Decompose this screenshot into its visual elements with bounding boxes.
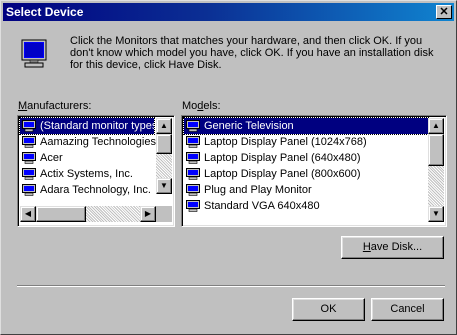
have-disk-button[interactable]: Have Disk...: [341, 236, 444, 259]
list-item[interactable]: Laptop Display Panel (800x600): [184, 166, 428, 182]
list-item-label: (Standard monitor types: [40, 120, 158, 132]
monitor-icon: [22, 136, 36, 148]
scroll-thumb-horizontal[interactable]: [36, 206, 86, 222]
scroll-down-arrow-icon[interactable]: ▼: [156, 178, 172, 194]
monitor-icon: [186, 136, 200, 148]
list-item[interactable]: Laptop Display Panel (1024x768): [184, 134, 428, 150]
monitor-icon: [186, 184, 200, 196]
select-device-dialog: Select Device ✕ Click the Monitors that …: [0, 0, 457, 335]
title-bar[interactable]: Select Device ✕: [3, 3, 454, 21]
list-item[interactable]: Generic Television: [183, 117, 429, 135]
list-item[interactable]: Adara Technology, Inc.: [20, 182, 154, 198]
list-item[interactable]: (Standard monitor types: [19, 117, 158, 135]
window-title: Select Device: [6, 5, 84, 19]
list-item-label: Plug and Play Monitor: [204, 184, 312, 196]
list-item[interactable]: Actix Systems, Inc.: [20, 166, 154, 182]
manufacturers-vertical-scrollbar[interactable]: ▲ ▼: [156, 118, 172, 194]
manufacturers-list[interactable]: (Standard monitor types Aamazing Technolo…: [17, 115, 175, 227]
list-item-label: Standard VGA 640x480: [204, 200, 320, 212]
separator: [17, 285, 445, 287]
manufacturers-horizontal-scrollbar[interactable]: ◀ ▶: [20, 206, 156, 222]
list-item-label: Laptop Display Panel (640x480): [204, 152, 361, 164]
list-item[interactable]: Laptop Display Panel (640x480): [184, 150, 428, 166]
monitor-icon: [186, 120, 200, 132]
list-item[interactable]: Aamazing Technologies: [20, 134, 156, 150]
monitor-icon: [22, 152, 36, 164]
scroll-down-arrow-icon[interactable]: ▼: [428, 206, 444, 222]
cancel-button[interactable]: Cancel: [371, 298, 444, 321]
monitor-icon: [22, 168, 36, 180]
list-item-label: Actix Systems, Inc.: [40, 168, 133, 180]
models-list[interactable]: Generic Television Laptop Display Panel (…: [181, 115, 447, 227]
list-item-label: Aamazing Technologies: [40, 136, 156, 148]
scroll-up-arrow-icon[interactable]: ▲: [428, 118, 444, 134]
close-button[interactable]: ✕: [436, 5, 452, 19]
ok-button[interactable]: OK: [292, 298, 365, 321]
monitor-icon: [21, 39, 47, 68]
scroll-thumb[interactable]: [156, 134, 172, 154]
list-item-label: Acer: [40, 152, 63, 164]
monitor-icon: [186, 168, 200, 180]
scrollbar-corner: [156, 206, 172, 222]
list-item-label: Laptop Display Panel (800x600): [204, 168, 361, 180]
list-item[interactable]: Acer: [20, 150, 154, 166]
monitor-icon: [22, 184, 36, 196]
models-vertical-scrollbar[interactable]: ▲ ▼: [428, 118, 444, 222]
list-item-label: Adara Technology, Inc.: [40, 184, 151, 196]
monitor-icon: [186, 152, 200, 164]
monitor-icon: [186, 200, 200, 212]
models-label: Models:: [182, 100, 221, 112]
instructions-text: Click the Monitors that matches your har…: [70, 35, 434, 71]
list-item[interactable]: Plug and Play Monitor: [184, 182, 428, 198]
monitor-icon: [22, 120, 36, 132]
scroll-thumb[interactable]: [428, 134, 444, 166]
scroll-left-arrow-icon[interactable]: ◀: [20, 206, 36, 222]
list-item-label: Laptop Display Panel (1024x768): [204, 136, 367, 148]
scroll-up-arrow-icon[interactable]: ▲: [156, 118, 172, 134]
list-item-label: Generic Television: [204, 120, 294, 132]
scroll-right-arrow-icon[interactable]: ▶: [140, 206, 156, 222]
list-item[interactable]: Standard VGA 640x480: [184, 198, 428, 214]
manufacturers-label: Manufacturers:: [18, 100, 92, 112]
